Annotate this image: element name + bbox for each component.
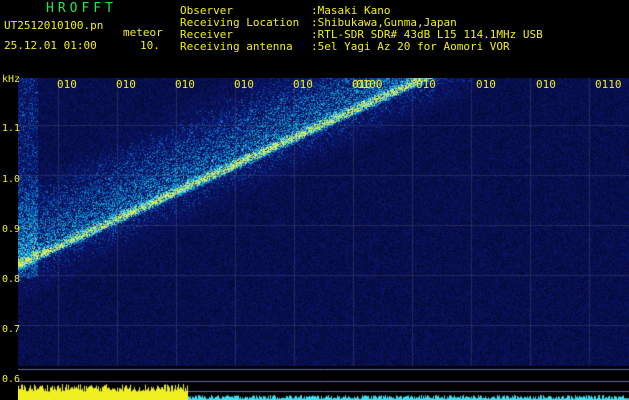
x-tick-10: 010 (536, 78, 556, 91)
x-tick-1: 010 (57, 78, 77, 91)
date-time-label: 25.12.01 01:00 (4, 39, 97, 52)
receiver-label: Receiver (180, 28, 233, 41)
x-tick-9: 010 (476, 78, 496, 91)
x-tick-2: 010 (116, 78, 136, 91)
hrofft-window: HROFFT UT2512010100.pn meteor 25.12.01 0… (0, 0, 629, 400)
antenna-value: :5el Yagi Az 20 for Aomori VOR (311, 40, 510, 53)
x-tick-3: 010 (175, 78, 195, 91)
file-name: UT2512010100.pn (4, 19, 104, 32)
mode-label: meteor (123, 26, 163, 39)
y-tick-0-9: 0.9 (2, 224, 21, 235)
y-tick-1-1: 1.1 (2, 123, 21, 134)
frequency-unit-label: kHz (2, 74, 21, 85)
count-label: 10. (140, 39, 160, 52)
x-tick-4: 010 (234, 78, 254, 91)
x-tick-8: 010 (416, 78, 436, 91)
y-tick-1-0: 1.0 (2, 174, 21, 185)
observer-label: Observer (180, 4, 233, 17)
y-tick-0-8: 0.8 (2, 274, 21, 285)
app-title: HROFFT (46, 1, 117, 16)
x-tick-5: 010 (293, 78, 313, 91)
y-tick-0-7: 0.7 (2, 324, 21, 335)
location-value: :Shibukawa,Gunma,Japan (311, 16, 457, 29)
spectrogram-area (18, 78, 629, 400)
observer-value: :Masaki Kano (311, 4, 391, 17)
receiver-value: :RTL-SDR SDR# 43dB L15 114.1MHz USB (311, 28, 543, 41)
y-tick-0-6: 0.6 (2, 374, 21, 385)
antenna-label: Receiving antenna (180, 40, 293, 53)
spectrogram-canvas (18, 78, 629, 400)
x-tick-7: 0100 (356, 78, 383, 91)
location-label: Receiving Location (180, 16, 300, 29)
x-tick-11: 0110 (595, 78, 622, 91)
